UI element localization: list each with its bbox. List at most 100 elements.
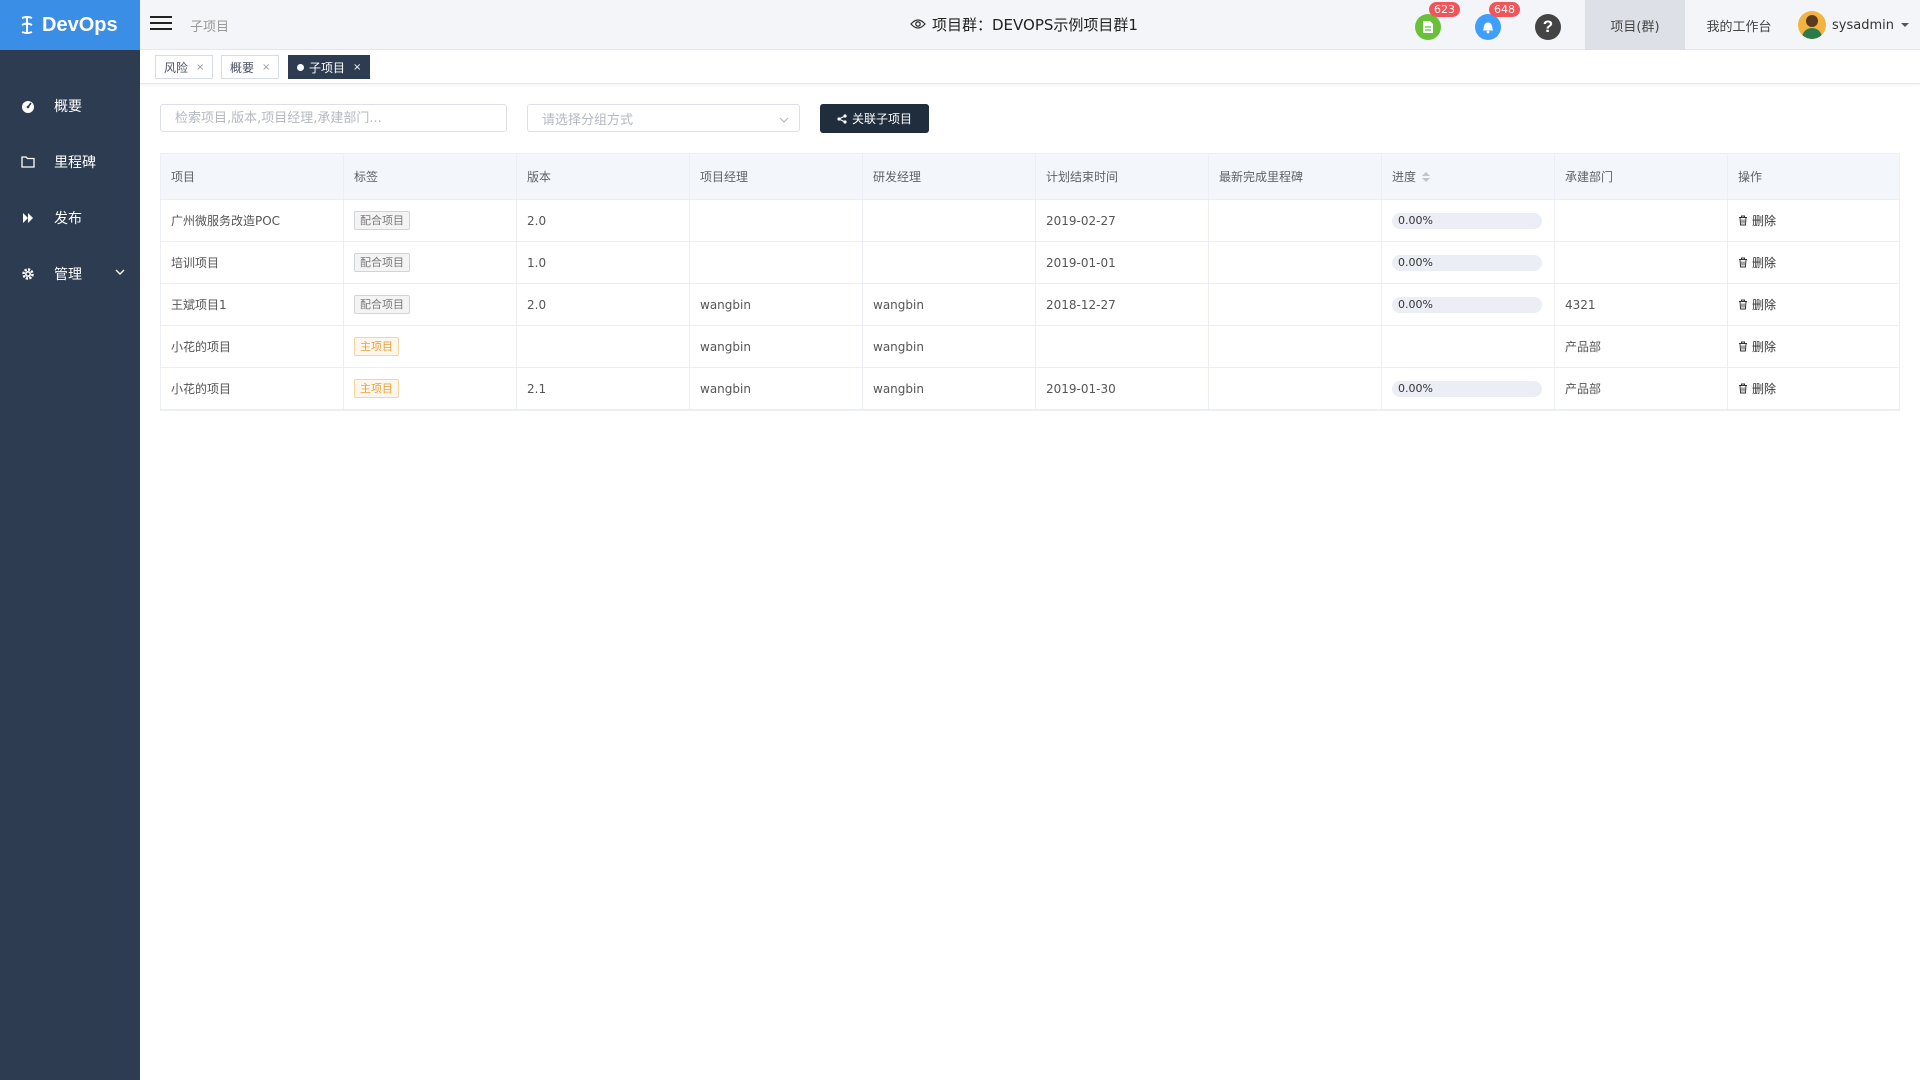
visited-tabs-bar: 风险 × 概要 × 子项目 × — [140, 51, 1920, 84]
sidebar-item-release[interactable]: 发布 — [0, 190, 140, 246]
link-subproject-button[interactable]: 关联子项目 — [820, 104, 929, 133]
progress-bar: 0.00% — [1392, 296, 1542, 313]
delete-label: 删除 — [1752, 256, 1777, 270]
progress-cell: 0.00% — [1382, 242, 1555, 283]
notification-button[interactable]: 648 — [1475, 2, 1520, 40]
version-cell: 2.0 — [517, 200, 690, 241]
project-name: 小花的项目 — [171, 340, 232, 354]
sidebar-item-manage[interactable]: 管理 — [0, 246, 140, 302]
project-tag: 配合项目 — [354, 211, 410, 230]
close-icon[interactable]: × — [196, 62, 204, 73]
delete-label: 删除 — [1752, 382, 1777, 396]
delete-label: 删除 — [1752, 214, 1777, 228]
dm-cell: wangbin — [863, 368, 1036, 409]
folder-icon — [20, 154, 36, 170]
close-icon[interactable]: × — [262, 62, 270, 73]
menu-toggle-icon[interactable] — [150, 13, 172, 35]
sidebar-item-overview[interactable]: 概要 — [0, 78, 140, 134]
trash-icon — [1739, 299, 1747, 310]
delete-button[interactable]: 删除 — [1738, 296, 1776, 313]
help-button[interactable]: ? — [1535, 14, 1561, 40]
progress-bar: 0.00% — [1392, 380, 1542, 397]
dm-cell — [863, 200, 1036, 241]
eye-icon — [910, 16, 926, 34]
progress-cell: 0.00% — [1382, 368, 1555, 409]
column-header: 项目经理 — [690, 154, 863, 199]
avatar — [1798, 11, 1827, 39]
search-input[interactable] — [160, 104, 507, 132]
group-by-select[interactable]: 请选择分组方式 — [527, 104, 800, 132]
tab-label: 风险 — [164, 60, 189, 75]
project-name-cell: 小花的项目 — [161, 368, 344, 409]
project-name: 广州微服务改造POC — [171, 214, 281, 228]
sidebar-item-label: 发布 — [54, 211, 82, 227]
delete-label: 删除 — [1752, 340, 1777, 354]
notification-count-badge: 648 — [1489, 2, 1520, 17]
delete-button[interactable]: 删除 — [1738, 338, 1776, 355]
button-label: 关联子项目 — [851, 112, 912, 126]
project-name-cell: 小花的项目 — [161, 326, 344, 367]
sort-icon[interactable] — [1422, 171, 1431, 182]
tab-project-group[interactable]: 项目(群) — [1585, 0, 1685, 50]
tag-cell: 配合项目 — [344, 200, 517, 241]
version: 2.0 — [527, 297, 547, 312]
pm-cell: wangbin — [690, 326, 863, 367]
version-cell: 2.1 — [517, 368, 690, 409]
project-tag: 配合项目 — [354, 253, 410, 272]
column-header: 承建部门 — [1555, 154, 1728, 199]
delete-button[interactable]: 删除 — [1738, 212, 1776, 229]
planned-end-date: 2019-01-01 — [1046, 255, 1116, 270]
milestone-cell — [1209, 284, 1382, 325]
project-name: 培训项目 — [171, 256, 220, 270]
project-name-cell: 培训项目 — [161, 242, 344, 283]
chevron-down-icon — [779, 114, 789, 124]
version: 2.1 — [527, 381, 547, 396]
share-icon — [837, 113, 847, 124]
user-menu[interactable]: sysadmin — [1798, 10, 1910, 40]
dev-manager: wangbin — [873, 381, 924, 396]
tag-cell: 配合项目 — [344, 242, 517, 283]
dev-manager: wangbin — [873, 339, 924, 354]
sidebar-item-milestones[interactable]: 里程碑 — [0, 134, 140, 190]
table-row: 王斌项目1 配合项目 2.0 wangbin wangbin 2018-12-27 0.00… — [161, 284, 1899, 326]
department-cell — [1555, 200, 1728, 241]
chevron-down-icon — [114, 266, 126, 278]
app-logo[interactable]: DevOps — [0, 0, 140, 50]
progress-text: 0.00% — [1398, 381, 1433, 395]
column-header: 操作 — [1738, 170, 1763, 184]
action-cell: 删除 — [1728, 242, 1899, 283]
department: 产品部 — [1565, 382, 1602, 396]
tab-risk[interactable]: 风险 × — [155, 55, 214, 79]
progress-cell: 0.00% — [1382, 284, 1555, 325]
action-cell: 删除 — [1728, 368, 1899, 409]
tab-my-workbench[interactable]: 我的工作台 — [1685, 0, 1793, 50]
planned-end-date: 2018-12-27 — [1046, 297, 1116, 312]
dm-cell: wangbin — [863, 284, 1036, 325]
sidebar: DevOps 概要 里程碑 发布 管理 — [0, 0, 140, 1080]
tab-subprojects[interactable]: 子项目 × — [288, 55, 371, 79]
progress-text: 0.00% — [1398, 255, 1433, 269]
table-body: 广州微服务改造POC 配合项目 2.0 2019-02-27 0.00% 删除 培训项目 配合… — [161, 200, 1899, 410]
column-header-progress[interactable]: 进度 — [1382, 154, 1555, 199]
table-row: 广州微服务改造POC 配合项目 2.0 2019-02-27 0.00% 删除 — [161, 200, 1899, 242]
version-cell — [517, 326, 690, 367]
end-date-cell: 2018-12-27 — [1036, 284, 1209, 325]
sidebar-item-label: 概要 — [54, 99, 82, 115]
end-date-cell: 2019-02-27 — [1036, 200, 1209, 241]
delete-button[interactable]: 删除 — [1738, 380, 1776, 397]
username: sysadmin — [1832, 17, 1894, 33]
task-button[interactable]: 623 — [1415, 2, 1460, 40]
column-header: 版本 — [517, 154, 690, 199]
milestone-cell — [1209, 326, 1382, 367]
close-icon[interactable]: × — [353, 62, 361, 73]
end-date-cell: 2019-01-30 — [1036, 368, 1209, 409]
progress-cell: 0.00% — [1382, 200, 1555, 241]
pm-cell — [690, 200, 863, 241]
trash-icon — [1739, 341, 1747, 352]
tab-overview[interactable]: 概要 × — [221, 55, 280, 79]
action-cell: 删除 — [1728, 284, 1899, 325]
trash-icon — [1739, 383, 1747, 394]
delete-button[interactable]: 删除 — [1738, 254, 1776, 271]
table-row: 小花的项目 主项目 wangbin wangbin 产品部 删除 — [161, 326, 1899, 368]
page-title: 项目群：DEVOPS示例项目群1 — [910, 14, 1138, 35]
